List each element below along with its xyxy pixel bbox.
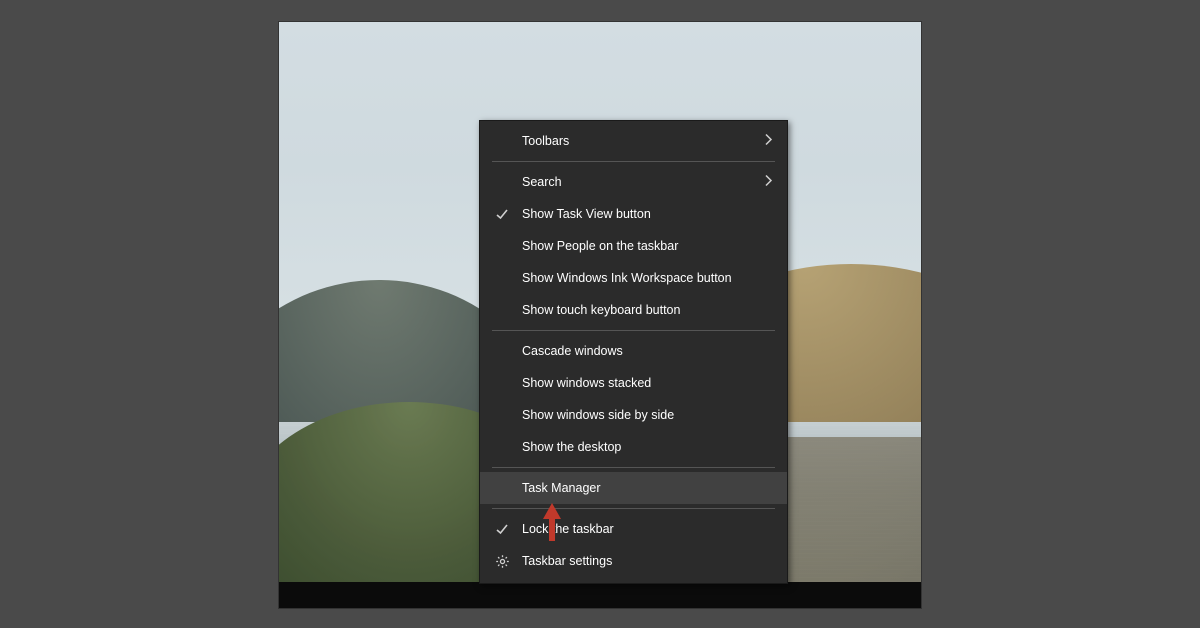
desktop-screenshot: Toolbars Search Show Task View button Sh… — [279, 22, 921, 608]
menu-item-label: Taskbar settings — [522, 554, 612, 568]
menu-item-show-desktop[interactable]: Show the desktop — [480, 431, 787, 463]
menu-item-label: Show windows stacked — [522, 376, 651, 390]
menu-item-label: Show Windows Ink Workspace button — [522, 271, 732, 285]
menu-item-label: Show Task View button — [522, 207, 651, 221]
menu-item-cascade-windows[interactable]: Cascade windows — [480, 335, 787, 367]
check-icon — [492, 204, 512, 224]
menu-item-label: Task Manager — [522, 481, 601, 495]
menu-separator — [492, 467, 775, 468]
menu-item-label: Show People on the taskbar — [522, 239, 678, 253]
menu-item-label: Cascade windows — [522, 344, 623, 358]
menu-item-search[interactable]: Search — [480, 166, 787, 198]
menu-separator — [492, 161, 775, 162]
menu-item-stacked-windows[interactable]: Show windows stacked — [480, 367, 787, 399]
menu-item-side-by-side[interactable]: Show windows side by side — [480, 399, 787, 431]
menu-item-task-manager[interactable]: Task Manager — [480, 472, 787, 504]
taskbar-context-menu: Toolbars Search Show Task View button Sh… — [479, 120, 788, 584]
menu-item-show-touch-keyboard[interactable]: Show touch keyboard button — [480, 294, 787, 326]
menu-item-label: Show the desktop — [522, 440, 621, 454]
gear-icon — [492, 551, 512, 571]
menu-item-label: Show windows side by side — [522, 408, 674, 422]
menu-item-show-ink-workspace[interactable]: Show Windows Ink Workspace button — [480, 262, 787, 294]
menu-separator — [492, 508, 775, 509]
menu-item-show-task-view[interactable]: Show Task View button — [480, 198, 787, 230]
menu-item-lock-taskbar[interactable]: Lock the taskbar — [480, 513, 787, 545]
menu-item-toolbars[interactable]: Toolbars — [480, 125, 787, 157]
menu-item-label: Lock the taskbar — [522, 522, 614, 536]
taskbar[interactable] — [279, 582, 921, 608]
menu-item-show-people[interactable]: Show People on the taskbar — [480, 230, 787, 262]
check-icon — [492, 519, 512, 539]
menu-item-label: Search — [522, 175, 562, 189]
chevron-right-icon — [765, 175, 773, 190]
menu-item-taskbar-settings[interactable]: Taskbar settings — [480, 545, 787, 577]
chevron-right-icon — [765, 134, 773, 149]
menu-separator — [492, 330, 775, 331]
menu-item-label: Show touch keyboard button — [522, 303, 680, 317]
menu-item-label: Toolbars — [522, 134, 569, 148]
